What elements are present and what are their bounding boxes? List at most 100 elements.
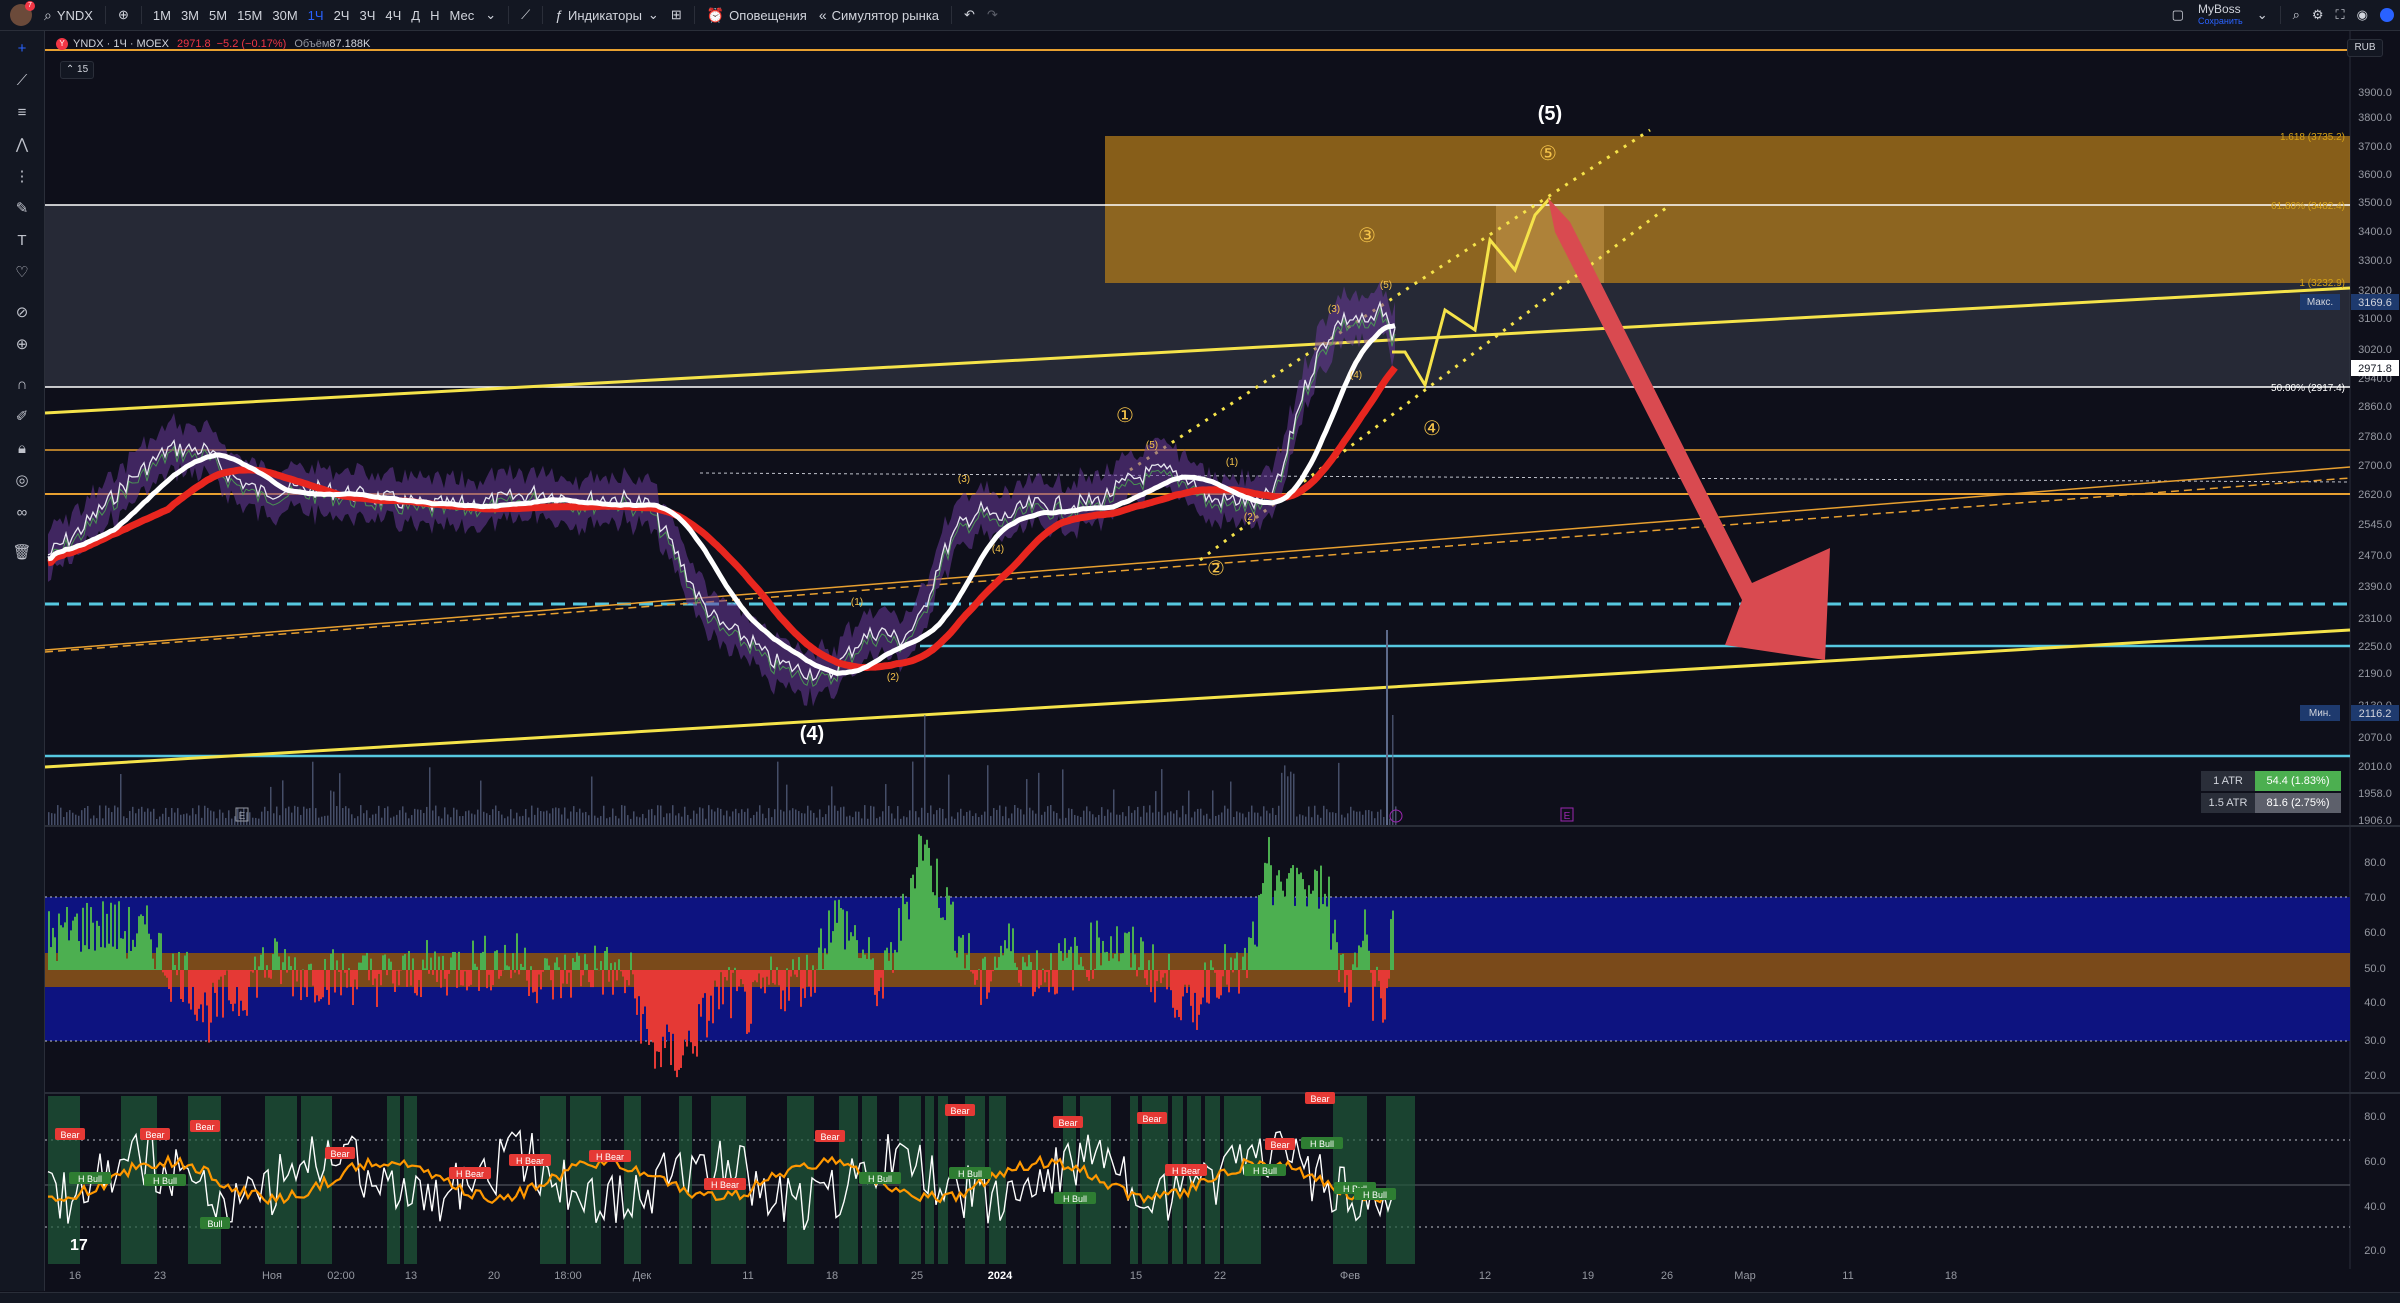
- eye-icon[interactable]: ◎: [12, 471, 32, 491]
- interval-dropdown[interactable]: ⌄: [479, 0, 502, 30]
- settings-button[interactable]: ⚙: [2306, 0, 2330, 30]
- volume-bar: [918, 817, 920, 825]
- osc1-bar: [806, 955, 808, 970]
- interval-11[interactable]: Мес: [444, 0, 479, 30]
- ruler-icon[interactable]: ⋮: [12, 167, 32, 187]
- osc1-bar: [196, 970, 198, 1021]
- osc1-bar: [728, 967, 730, 970]
- osc1-bar: [880, 970, 882, 978]
- replay-button[interactable]: «Симулятор рынка: [813, 0, 945, 30]
- account-dropdown[interactable]: ⌄: [2251, 0, 2274, 30]
- trash-icon[interactable]: 🗑︎: [12, 543, 32, 563]
- interval-8[interactable]: 4Ч: [380, 0, 406, 30]
- alerts-button[interactable]: ⏰Оповещения: [701, 0, 813, 30]
- interval-7[interactable]: 3Ч: [354, 0, 380, 30]
- compare-button[interactable]: ⊕: [112, 0, 135, 30]
- osc1-bar: [1028, 955, 1030, 970]
- osc1-tick: 70.0: [2364, 892, 2385, 904]
- brush-icon[interactable]: ✎: [12, 199, 32, 219]
- link-icon[interactable]: ∞: [12, 503, 32, 523]
- osc1-bar: [992, 970, 994, 971]
- osc1-bar: [246, 970, 248, 1016]
- volume-bar: [1188, 791, 1190, 825]
- collapse-legend-button[interactable]: ⌃ 15: [60, 61, 94, 79]
- chart-type-button[interactable]: ⟋: [515, 0, 536, 30]
- pattern-icon[interactable]: ⋀: [12, 135, 32, 155]
- osc1-tick: 20.0: [2364, 1070, 2385, 1082]
- osc1-bar: [114, 905, 116, 970]
- volume-bar: [393, 816, 395, 825]
- osc1-bar: [1146, 970, 1148, 985]
- osc1-bar: [342, 954, 344, 970]
- osc1-bar: [738, 970, 740, 986]
- interval-9[interactable]: Д: [406, 0, 425, 30]
- price-tick: 2310.0: [2358, 613, 2392, 625]
- cross-icon[interactable]: +: [12, 39, 32, 59]
- volume-label: Объём: [294, 38, 329, 50]
- fullscreen-button[interactable]: ⛶: [2330, 0, 2351, 30]
- magnet-icon[interactable]: ∩: [12, 375, 32, 395]
- interval-10[interactable]: Н: [425, 0, 444, 30]
- lock-drawing-icon[interactable]: ✐: [12, 407, 32, 427]
- heart-icon[interactable]: ♡: [12, 263, 32, 283]
- interval-0[interactable]: 1М: [148, 0, 176, 30]
- publish-button[interactable]: [2374, 0, 2400, 30]
- time-axis[interactable]: 1623Ноя02:00132018:00Дек11182520241522Фе…: [69, 1270, 1957, 1282]
- osc1-bar: [1118, 961, 1120, 970]
- osc1-bar: [1302, 879, 1304, 970]
- osc1-bar: [372, 970, 374, 985]
- measure-icon[interactable]: ⊘: [12, 303, 32, 323]
- osc1-bar: [50, 947, 52, 970]
- undo-button[interactable]: ↶: [958, 0, 981, 30]
- text-icon[interactable]: T: [12, 231, 32, 251]
- layout-checkbox[interactable]: ▢: [2166, 0, 2190, 30]
- save-link[interactable]: Сохранить: [2198, 15, 2243, 27]
- interval-1[interactable]: 3М: [176, 0, 204, 30]
- interval-4[interactable]: 30М: [267, 0, 302, 30]
- osc1-bar: [1334, 920, 1336, 970]
- volume-bar: [1362, 815, 1364, 825]
- osc1-bar: [164, 970, 166, 976]
- interval-5[interactable]: 1Ч: [303, 0, 329, 30]
- osc1-bar: [366, 953, 368, 970]
- interval-2[interactable]: 5М: [204, 0, 232, 30]
- user-avatar[interactable]: 7: [10, 4, 32, 26]
- osc1-bar: [1216, 970, 1218, 998]
- osc1-bar: [858, 958, 860, 970]
- volume-bar: [177, 808, 179, 825]
- osc1-bar: [1022, 957, 1024, 970]
- volume-bar: [594, 816, 596, 825]
- interval-3[interactable]: 15М: [232, 0, 267, 30]
- zoom-icon[interactable]: ⊕: [12, 335, 32, 355]
- osc1-bar: [390, 962, 392, 970]
- volume-bar: [234, 816, 236, 825]
- volume-bar: [1302, 815, 1304, 825]
- indicators-button[interactable]: ƒИндикаторы⌄: [549, 0, 665, 30]
- account-menu[interactable]: MyBoss Сохранить: [2198, 3, 2243, 27]
- currency-selector[interactable]: RUB: [2347, 39, 2383, 57]
- layouts-button[interactable]: ⊞: [665, 0, 688, 30]
- osc1-bar: [506, 965, 508, 970]
- osc1-bar: [428, 970, 430, 974]
- interval-6[interactable]: 2Ч: [329, 0, 355, 30]
- volume-bar: [327, 816, 329, 825]
- screenshot-button[interactable]: ◉: [2351, 0, 2374, 30]
- time-tick: 19: [1582, 1270, 1594, 1282]
- osc1-bar: [1362, 941, 1364, 970]
- osc1-bar: [654, 970, 656, 1069]
- osc1-bar: [1326, 906, 1328, 970]
- chart-canvas[interactable]: (5) (4) ⑤ ③ ① ② ④ (3) (4) (5) (1) (2) (3…: [45, 31, 2400, 1291]
- quick-search-button[interactable]: ⌕: [2287, 0, 2306, 30]
- volume-bar: [159, 817, 161, 825]
- volume-bar: [549, 813, 551, 825]
- volume-bar: [588, 815, 590, 825]
- fib-icon[interactable]: ≡: [12, 103, 32, 123]
- line-icon[interactable]: ⟋: [12, 71, 32, 91]
- osc1-bar: [482, 952, 484, 970]
- symbol-search[interactable]: ⌕YNDX: [38, 0, 99, 30]
- volume-bar: [465, 811, 467, 825]
- osc1-bar: [808, 970, 810, 986]
- redo-button[interactable]: ↷: [981, 0, 1004, 30]
- osc1-bar: [1162, 970, 1164, 978]
- lock-icon[interactable]: 🔒︎: [12, 439, 32, 459]
